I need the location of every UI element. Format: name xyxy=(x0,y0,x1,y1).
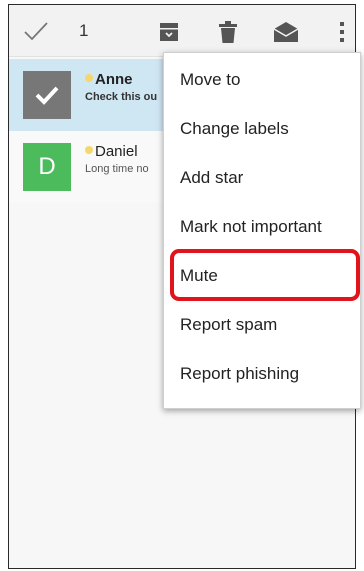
checkmark-icon xyxy=(35,86,59,105)
trash-icon[interactable] xyxy=(213,17,243,47)
menu-item-add-star[interactable]: Add star xyxy=(164,153,360,202)
selection-action-bar: 1 xyxy=(9,5,355,57)
menu-item-move-to[interactable]: Move to xyxy=(164,55,360,104)
archive-icon[interactable] xyxy=(154,17,184,47)
sender-name: Daniel xyxy=(85,143,138,160)
overflow-menu-icon[interactable] xyxy=(327,17,355,47)
check-icon[interactable] xyxy=(23,19,49,43)
menu-item-change-labels[interactable]: Change labels xyxy=(164,104,360,153)
sender-name: Anne xyxy=(85,71,133,88)
message-snippet: Check this ou xyxy=(85,91,158,103)
selected-count: 1 xyxy=(79,21,89,40)
menu-item-report-phishing[interactable]: Report phishing xyxy=(164,349,360,398)
overflow-menu: Move to Change labels Add star Mark not … xyxy=(163,52,361,409)
importance-marker-icon xyxy=(85,146,93,154)
contact-avatar[interactable]: D xyxy=(23,143,71,191)
menu-item-mute[interactable]: Mute xyxy=(164,251,360,300)
menu-item-report-spam[interactable]: Report spam xyxy=(164,300,360,349)
mark-unread-icon[interactable] xyxy=(271,17,301,47)
message-snippet: Long time no xyxy=(85,163,149,175)
importance-marker-icon xyxy=(85,74,93,82)
selected-checkmark-avatar[interactable] xyxy=(23,71,71,119)
menu-item-mark-not-important[interactable]: Mark not important xyxy=(164,202,360,251)
